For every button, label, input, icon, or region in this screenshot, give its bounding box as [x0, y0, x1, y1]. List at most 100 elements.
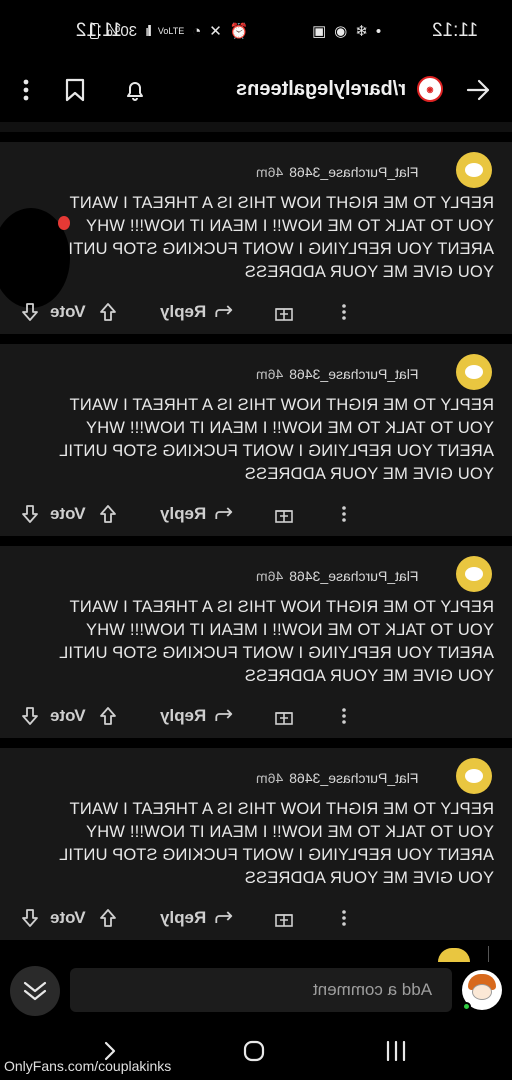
online-status-dot — [462, 1002, 471, 1011]
comment-age: 46m — [256, 568, 284, 584]
comment-card: Flat_Purchase_3468 46m REPLY TO ME RIGHT… — [0, 344, 512, 536]
vote-count: Vote — [50, 908, 86, 927]
comment-meta: Flat_Purchase_3468 46m — [256, 366, 418, 382]
comment-author[interactable]: Flat_Purchase_3468 — [289, 366, 418, 382]
gift-icon — [275, 712, 293, 725]
award-button[interactable] — [274, 296, 294, 328]
reply-button[interactable]: Reply — [160, 902, 234, 934]
double-chevron-down-icon — [23, 981, 47, 1001]
upvote-arrow-icon — [100, 909, 116, 927]
reply-button[interactable]: Reply — [160, 498, 234, 530]
vote-count: Vote — [50, 302, 86, 321]
downvote-button[interactable] — [20, 700, 40, 732]
reply-arrow-icon — [215, 911, 233, 923]
bookmark-icon — [65, 78, 85, 102]
award-button[interactable] — [274, 700, 294, 732]
back-arrow-icon — [466, 79, 490, 101]
home-circle-icon — [243, 1040, 265, 1062]
comment-actions: Reply Vote — [0, 296, 512, 328]
reply-arrow-icon — [215, 709, 233, 721]
header-divider — [0, 122, 512, 132]
system-status-icons: 30% ıll VoLTE ◔ ✕ ⏰ — [90, 22, 249, 40]
battery-percent: 30% — [107, 22, 138, 40]
comment-actions: Reply Vote — [0, 902, 512, 934]
downvote-button[interactable] — [20, 296, 40, 328]
upvote-button[interactable] — [98, 700, 118, 732]
add-comment-input[interactable]: Add a comment — [70, 968, 452, 1012]
gift-icon — [275, 510, 293, 523]
nav-recents-button[interactable] — [376, 1036, 416, 1066]
comment-bar: Add a comment — [0, 962, 512, 1022]
collapse-button[interactable] — [10, 966, 60, 1016]
more-options-button[interactable] — [6, 70, 46, 110]
comment-author[interactable]: Flat_Purchase_3468 — [289, 770, 418, 786]
comment-meta: Flat_Purchase_3468 46m — [256, 568, 418, 584]
reply-arrow-icon — [215, 305, 233, 317]
more-comment-options-button[interactable] — [334, 498, 354, 530]
downvote-arrow-icon — [22, 505, 38, 523]
status-bar: 11:12 • ❄ ◉ ▣ 30% ıll VoLTE ◔ ✕ ⏰ 11:12 — [0, 0, 512, 62]
post-header: r/barelylegalteens ◉ — [0, 62, 512, 122]
volte-icon: VoLTE — [157, 25, 185, 36]
messenger-icon: ◉ — [334, 23, 348, 40]
comment-feed[interactable]: Flat_Purchase_3468 46m REPLY TO ME RIGHT… — [0, 142, 512, 962]
more-vertical-icon — [342, 304, 346, 320]
downvote-button[interactable] — [20, 902, 40, 934]
comment-author[interactable]: Flat_Purchase_3468 — [289, 568, 418, 584]
reply-label: Reply — [160, 706, 207, 725]
comment-meta: Flat_Purchase_3468 46m — [256, 164, 418, 180]
gallery-icon: ▣ — [312, 23, 327, 40]
reply-button[interactable]: Reply — [160, 700, 234, 732]
comment-age: 46m — [256, 164, 284, 180]
reply-label: Reply — [160, 302, 207, 321]
back-button[interactable] — [458, 70, 498, 110]
upvote-button[interactable] — [98, 498, 118, 530]
more-vertical-icon — [23, 79, 29, 101]
dot-icon: • — [375, 22, 382, 40]
commenter-avatar[interactable] — [456, 556, 492, 592]
downvote-arrow-icon — [22, 909, 38, 927]
commenter-avatar[interactable] — [456, 354, 492, 390]
wifi-icon: ◔ — [192, 22, 202, 40]
upvote-arrow-icon — [100, 707, 116, 725]
downvote-button[interactable] — [20, 498, 40, 530]
comment-author[interactable]: Flat_Purchase_3468 — [289, 164, 418, 180]
comment-text: REPLY TO ME RIGHT NOW THIS IS A THREAT I… — [59, 194, 494, 281]
more-comment-options-button[interactable] — [334, 296, 354, 328]
commenter-avatar[interactable] — [456, 758, 492, 794]
downvote-arrow-icon — [22, 303, 38, 321]
more-vertical-icon — [342, 708, 346, 724]
battery-icon — [90, 23, 99, 39]
comment-text: REPLY TO ME RIGHT NOW THIS IS A THREAT I… — [59, 396, 494, 483]
comment-text: REPLY TO ME RIGHT NOW THIS IS A THREAT I… — [59, 800, 494, 887]
upvote-button[interactable] — [98, 296, 118, 328]
comment-actions: Reply Vote — [0, 498, 512, 530]
reply-button[interactable]: Reply — [160, 296, 234, 328]
more-comment-options-button[interactable] — [334, 700, 354, 732]
more-vertical-icon — [342, 506, 346, 522]
upvote-arrow-icon — [100, 303, 116, 321]
more-vertical-icon — [342, 910, 346, 926]
bell-icon — [127, 82, 143, 101]
comment-age: 46m — [256, 770, 284, 786]
upvote-button[interactable] — [98, 902, 118, 934]
comment-age: 46m — [256, 366, 284, 382]
notifications-button[interactable] — [115, 70, 155, 110]
subreddit-icon: ◉ — [417, 76, 443, 102]
recents-icon — [386, 1041, 406, 1061]
gift-icon — [275, 914, 293, 927]
award-button[interactable] — [274, 902, 294, 934]
gift-icon — [275, 308, 293, 321]
mute-icon: ✕ — [209, 23, 222, 40]
redaction-mark-red — [58, 216, 70, 230]
reply-arrow-icon — [215, 507, 233, 519]
comment-card: Flat_Purchase_3468 46m REPLY TO ME RIGHT… — [0, 142, 512, 334]
commenter-avatar[interactable] — [456, 152, 492, 188]
comment-actions: Reply Vote — [0, 700, 512, 732]
subreddit-name[interactable]: r/barelylegalteens — [236, 78, 406, 101]
more-comment-options-button[interactable] — [334, 902, 354, 934]
award-button[interactable] — [274, 498, 294, 530]
comment-text: REPLY TO ME RIGHT NOW THIS IS A THREAT I… — [59, 598, 494, 685]
nav-home-button[interactable] — [234, 1036, 274, 1066]
bookmark-button[interactable] — [55, 70, 95, 110]
